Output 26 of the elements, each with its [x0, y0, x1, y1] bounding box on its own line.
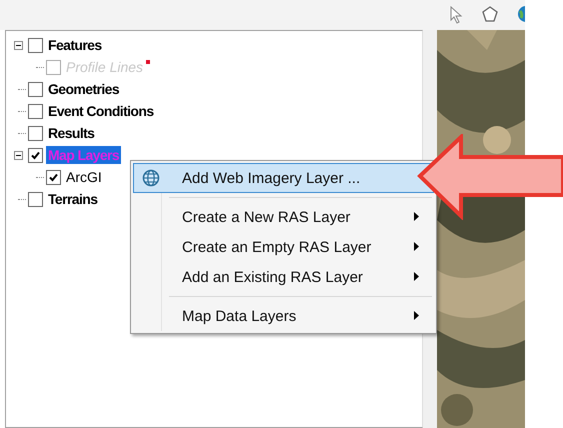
- globe-icon[interactable]: [517, 5, 525, 23]
- tree-item[interactable]: Event Conditions: [46, 102, 156, 120]
- collapse-icon[interactable]: [14, 40, 23, 50]
- tree-item[interactable]: Geometries: [46, 80, 122, 98]
- tree-item[interactable]: Results: [46, 124, 96, 142]
- polygon-icon[interactable]: [481, 5, 499, 23]
- menu-item[interactable]: Create an Empty RAS Layer: [133, 232, 434, 262]
- menu-item[interactable]: Map Data Layers: [133, 301, 434, 331]
- checkmark-icon: [48, 172, 59, 182]
- checkbox[interactable]: [28, 148, 43, 162]
- tree-item[interactable]: Terrains: [46, 190, 100, 208]
- collapse-icon[interactable]: [14, 150, 23, 160]
- checkbox[interactable]: [28, 82, 43, 96]
- checkbox[interactable]: [28, 192, 43, 206]
- globe-icon: [142, 169, 160, 187]
- checkbox[interactable]: [28, 38, 43, 52]
- menu-item[interactable]: Add Web Imagery Layer ...: [133, 163, 434, 193]
- checkbox[interactable]: [46, 170, 61, 184]
- menu-item[interactable]: Create a New RAS Layer: [133, 202, 434, 232]
- tree-item[interactable]: Features: [46, 36, 104, 54]
- checkbox[interactable]: [28, 104, 43, 118]
- checkbox[interactable]: [28, 126, 43, 140]
- menu-item[interactable]: Add an Existing RAS Layer: [133, 262, 434, 292]
- tree-item[interactable]: ArcGI: [64, 168, 104, 186]
- pointer-icon[interactable]: [450, 6, 464, 24]
- checkmark-icon: [30, 150, 41, 160]
